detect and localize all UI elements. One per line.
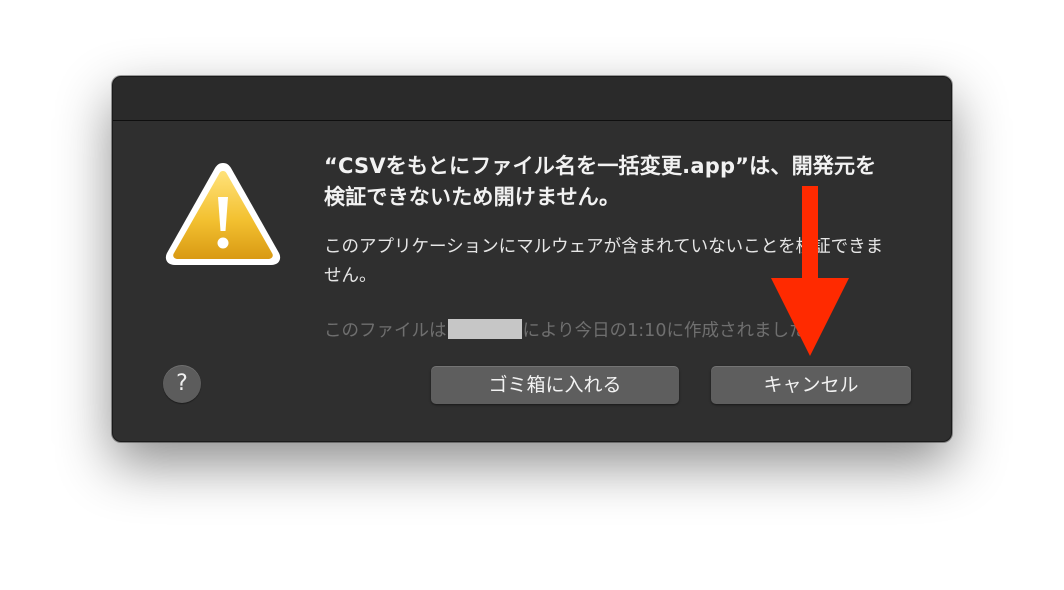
- file-origin-prefix: このファイルは: [324, 321, 447, 341]
- alert-titlebar: [113, 77, 951, 121]
- warning-triangle-icon: [163, 159, 283, 269]
- question-mark-icon: ?: [176, 371, 188, 396]
- move-to-trash-button[interactable]: ゴミ箱に入れる: [431, 366, 679, 404]
- redacted-source: [447, 319, 522, 339]
- red-down-arrow-annotation: [768, 186, 852, 358]
- cancel-button[interactable]: キャンセル: [711, 366, 911, 404]
- help-button[interactable]: ?: [163, 365, 201, 403]
